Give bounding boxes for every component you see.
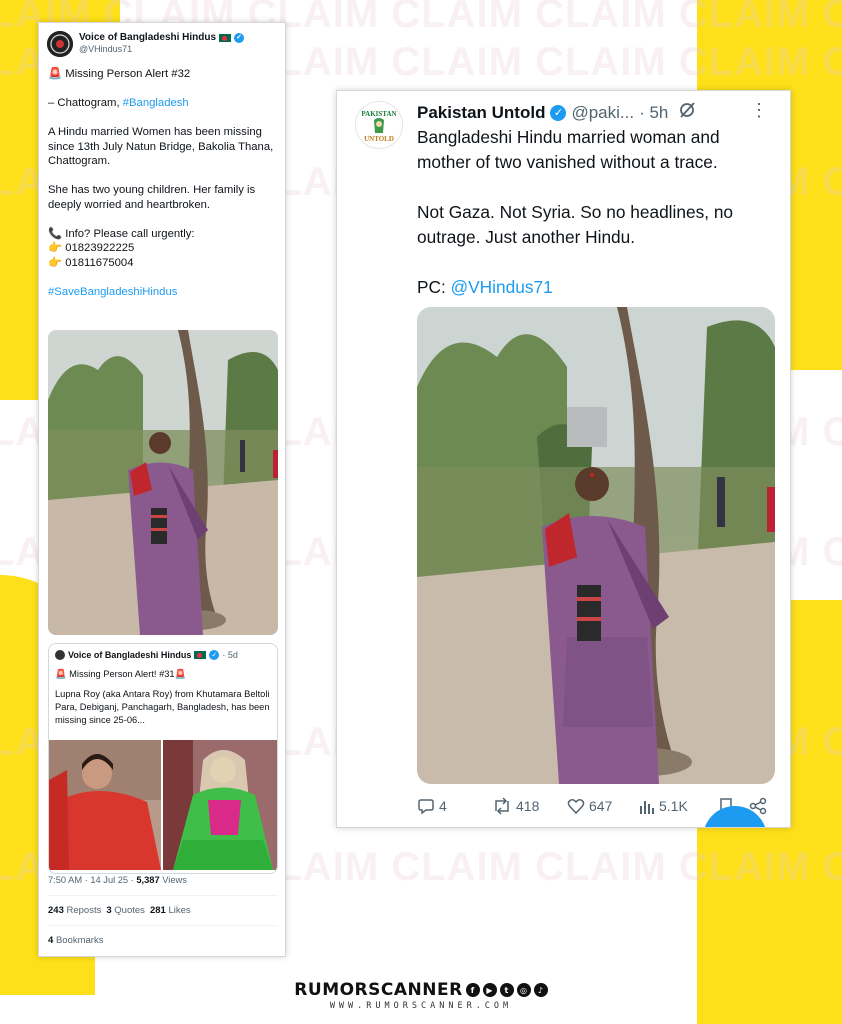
author-name[interactable]: Pakistan Untold <box>417 103 545 123</box>
quoted-author-name: Voice of Bangladeshi Hindus <box>68 650 192 660</box>
quoted-photo-2[interactable] <box>163 740 277 870</box>
svg-text:UNTOLD: UNTOLD <box>364 135 394 143</box>
quoted-tweet-text: 🚨 Missing Person Alert! #31🚨 Lupna Roy (… <box>55 668 273 727</box>
phone-number-2: 👉 01811675004 <box>48 256 134 269</box>
om-logo-icon <box>47 31 73 57</box>
grok-icon[interactable] <box>678 101 696 124</box>
author-name[interactable]: Voice of Bangladeshi Hindus ✓ <box>79 32 245 44</box>
hashtag-save-link[interactable]: #SaveBangladeshiHindus <box>48 285 280 300</box>
bookmarks-stat[interactable]: 4 Bookmarks <box>48 935 103 946</box>
heart-icon <box>567 799 585 815</box>
woman-by-tree-photo <box>417 307 775 784</box>
quoted-description: Lupna Roy (aka Antara Roy) from Khutamar… <box>55 689 270 725</box>
rumorscanner-logo: RUMORSCANNER f ▶ t ◎ ♪ <box>294 980 548 1000</box>
svg-text:PAKISTAN: PAKISTAN <box>361 110 396 118</box>
original-tweet-card: Voice of Bangladeshi Hindus ✓ @VHindus71… <box>38 22 286 957</box>
tweet-header: Voice of Bangladeshi Hindus ✓ @VHindus71 <box>47 31 245 57</box>
repost-icon <box>495 797 509 815</box>
more-options-icon[interactable]: ⋮ <box>750 101 768 119</box>
quoted-avatar <box>55 650 65 660</box>
divider <box>48 925 278 926</box>
info-line: 📞 Info? Please call urgently: <box>48 227 195 240</box>
quoted-tweet-header: Voice of Bangladeshi Hindus ✓ · 5d <box>55 650 238 660</box>
pakistan-untold-logo-icon: PAKISTAN UNTOLD <box>358 104 400 146</box>
woman-by-tree-photo <box>48 330 278 635</box>
photo-credit-handle-link[interactable]: @VHindus71 <box>451 277 553 297</box>
woman-red-saree-photo <box>49 740 161 870</box>
location-line: – Chattogram, #Bangladesh <box>48 97 189 109</box>
bangladesh-flag-icon <box>219 34 232 42</box>
photo-credit: PC: @VHindus71 <box>417 277 553 297</box>
tweet-age[interactable]: · 5h <box>639 103 668 123</box>
repost-button[interactable]: 418 <box>492 797 567 815</box>
views-button[interactable]: 5.1K <box>639 798 719 814</box>
youtube-icon: ▶ <box>482 983 497 997</box>
quoted-photo-1[interactable] <box>49 740 161 870</box>
verified-badge-icon: ✓ <box>550 104 567 121</box>
facebook-icon: f <box>465 983 480 997</box>
avatar[interactable] <box>47 31 73 57</box>
tweet-text: Bangladeshi Hindu married woman and moth… <box>417 125 777 325</box>
likes-stat[interactable]: 281 Likes <box>150 905 191 916</box>
bangladesh-flag-icon <box>194 651 207 659</box>
family-paragraph: She has two young children. Her family i… <box>48 184 256 211</box>
verified-badge-icon: ✓ <box>234 33 245 43</box>
instagram-icon: ◎ <box>516 983 531 997</box>
claim-paragraph-1: Bangladeshi Hindu married woman and moth… <box>417 127 720 172</box>
footer-branding: RUMORSCANNER f ▶ t ◎ ♪ WWW.RUMORSCANNER.… <box>0 980 842 1011</box>
reposts-stat[interactable]: 243 Reposts <box>48 905 101 916</box>
claim-paragraph-2: Not Gaza. Not Syria. So no headlines, no… <box>417 202 734 247</box>
verified-badge-icon: ✓ <box>209 650 220 660</box>
tweet-photo[interactable] <box>417 307 775 784</box>
views-chart-icon <box>640 801 654 814</box>
quoted-tweet-age: · 5d <box>222 650 238 660</box>
quoted-tweet[interactable]: Voice of Bangladeshi Hindus ✓ · 5d 🚨 Mis… <box>48 643 278 874</box>
author-handle[interactable]: @paki... <box>571 103 634 123</box>
phone-number-1: 👉 01823922225 <box>48 242 135 254</box>
tiktok-icon: ♪ <box>533 983 548 997</box>
reply-button[interactable]: 4 <box>417 797 492 815</box>
reply-icon <box>418 799 434 815</box>
alert-line: 🚨 Missing Person Alert #32 <box>48 68 191 80</box>
divider <box>48 895 278 896</box>
tweet-photo[interactable] <box>48 330 278 635</box>
tweet-text: 🚨 Missing Person Alert #32 – Chattogram,… <box>48 67 280 314</box>
quoted-alert-line: 🚨 Missing Person Alert! #31🚨 <box>55 669 187 679</box>
twitter-icon: t <box>499 983 514 997</box>
engagement-stats: 243 Reposts 3 Quotes 281 Likes <box>48 905 191 916</box>
description-paragraph: A Hindu married Women has been missing s… <box>48 126 274 167</box>
claim-tweet-card: PAKISTAN UNTOLD Pakistan Untold ✓ @paki.… <box>336 90 791 828</box>
quotes-stat[interactable]: 3 Quotes <box>106 905 145 916</box>
like-button[interactable]: 647 <box>567 797 639 815</box>
tweet-timestamp: 7:50 AM · 14 Jul 25 · 5,387 Views <box>48 875 187 885</box>
tweet-header: Pakistan Untold ✓ @paki... · 5h <box>417 101 696 124</box>
hashtag-bangladesh-link[interactable]: #Bangladesh <box>123 97 189 109</box>
author-handle[interactable]: @VHindus71 <box>79 44 244 55</box>
woman-green-saree-photo <box>163 740 277 870</box>
website-url: WWW.RUMORSCANNER.COM <box>329 1001 513 1011</box>
avatar[interactable]: PAKISTAN UNTOLD <box>355 101 403 149</box>
